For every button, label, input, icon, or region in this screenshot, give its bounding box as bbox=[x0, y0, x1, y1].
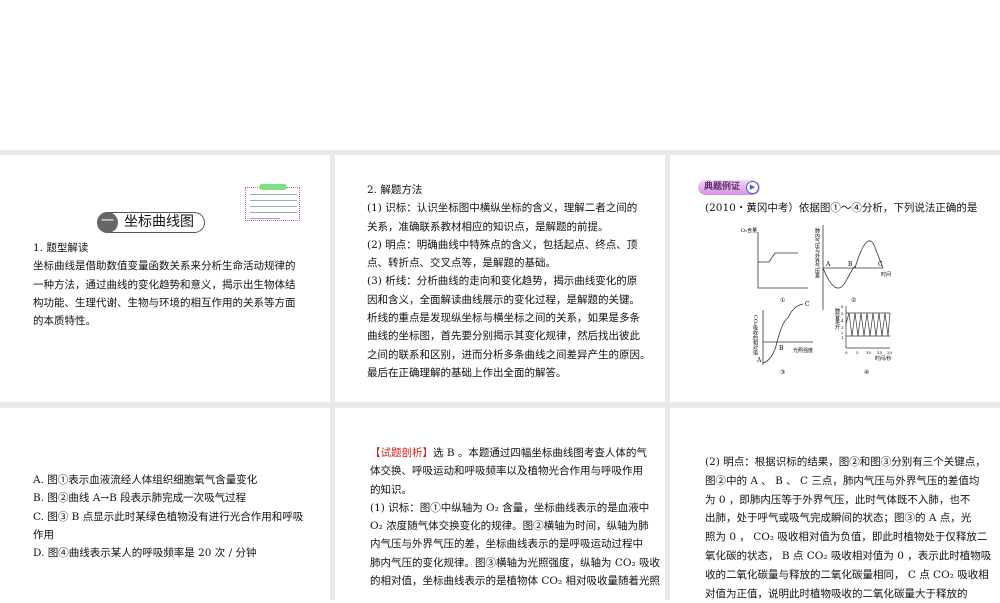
fig4-xlabel: 时间/秒 bbox=[875, 355, 892, 362]
option-d: D. 图④曲线表示某人的呼吸频率是 20 次 / 分钟 bbox=[33, 547, 257, 560]
text-line: 关系，准确联系教材相应的知识点，是解题的前提。 bbox=[367, 220, 609, 233]
analysis-tag: 【试题剖析】 bbox=[370, 447, 433, 459]
text-line: 照为 0 ， CO₂ 吸收相对值为负值，即此时植物处于仅释放二 bbox=[705, 531, 988, 544]
text-line: 图②中的 A 、 B 、 C 三点，肺内气压与外界气压的差值均 bbox=[705, 474, 980, 487]
text-line: 点、转折点、交叉点等，是解题的基础。 bbox=[367, 257, 556, 270]
play-icon: ▶ bbox=[746, 181, 759, 194]
text-line: 对值为正值，说明此时植物吸收的二氧化碳量大于释放的 bbox=[705, 587, 968, 600]
text-line: 因和含义，全面解读曲线展示的变化过程，是解题的关键。 bbox=[367, 293, 640, 306]
fig1-ylabel: O₂含量 bbox=[741, 227, 757, 234]
section-title: 坐标曲线图 bbox=[124, 214, 194, 230]
text-line: 为 0 ，即肺内压等于外界气压，此时气体既不入肺，也不 bbox=[705, 493, 971, 506]
text-line: 出肺，处于呼气或吸气完成瞬间的状态；图③的 A 点，光 bbox=[705, 512, 972, 525]
text-line: 选 B 。本题通过四幅坐标曲线图考查人体的气 bbox=[433, 447, 647, 459]
slide1-text: 1. 题型解读 坐标曲线是借助数值变量函数关系来分析生命活动规律的 一种方法，通… bbox=[33, 239, 296, 330]
text-line: 曲线的坐标图，首先要分别揭示其变化规律，然后找出彼此 bbox=[367, 330, 640, 343]
text-line: 收的二氧化碳量与释放的二氧化碳量相同， C 点 CO₂ 吸收相 bbox=[705, 568, 989, 581]
fig4-ytick: 1 bbox=[841, 335, 844, 340]
fig2-point-b: B bbox=[848, 261, 853, 268]
slide6-text: (2) 明点：根据识标的结果，图②和图③分别有三个关键点， 图②中的 A 、 B… bbox=[705, 453, 991, 603]
fig3-ylabel: CO₂吸收的相对值 bbox=[752, 315, 758, 356]
example-badge-label: 典题例证 bbox=[704, 182, 741, 192]
text-line: 2. 解题方法 bbox=[367, 184, 423, 196]
text-line: 肺内气压的变化规律。图③横轴为光照强度，纵轴为 CO₂ 吸收 bbox=[370, 556, 661, 569]
figures-graphic: O₂含量 ① 肺内气压与外界气压差 A B C 时间 ② CO₂吸收的相对值 A… bbox=[733, 220, 918, 378]
fig4-caption: ④ bbox=[864, 369, 869, 376]
text-line: (2) 明点：明确曲线中特殊点的含义，包括起点、终点、顶 bbox=[367, 238, 638, 251]
text-line: 最后在正确理解的基础上作出全面的解答。 bbox=[367, 366, 567, 379]
option-b: B. 图②曲线 A→B 段表示肺完成一次吸气过程 bbox=[33, 492, 247, 505]
text-line: (1) 识标：图①中纵轴为 O₂ 含量，坐标曲线表示的是血液中 bbox=[370, 501, 650, 514]
fig2-point-a: A bbox=[825, 261, 831, 268]
answer-options: A. 图①表示血液流经人体组织细胞氧气含量变化 B. 图②曲线 A→B 段表示肺… bbox=[33, 471, 303, 562]
text-line: 构功能、生理代谢、生物与环境的相互作用的关系等方面 bbox=[33, 296, 296, 309]
tip-note-image bbox=[245, 184, 300, 221]
fig4-xtick: 15 bbox=[877, 350, 883, 355]
section-badge: 一坐标曲线图 bbox=[97, 212, 205, 233]
fig2-caption: ② bbox=[851, 297, 856, 304]
slide2-text: 2. 解题方法 (1) 识标：认识坐标图中横纵坐标的含义，理解二者之间的 关系，… bbox=[367, 181, 651, 382]
text-line: 的知识。 bbox=[370, 483, 412, 496]
section-number: 一 bbox=[97, 212, 118, 233]
text-line: O₂ 浓度随气体交换变化的规律。图②横轴为时间，纵轴为肺 bbox=[370, 520, 649, 533]
text-line: 之间的联系和区别，进而分析多条曲线之间差异产生的原因。 bbox=[367, 348, 651, 361]
fig1-caption: ① bbox=[780, 297, 785, 304]
text-line: 体交换、呼吸运动和呼吸频率以及植物光合作用与呼吸作用 bbox=[370, 465, 643, 478]
fig4-ylabel: 肺容量/升 bbox=[834, 308, 840, 331]
example-badge: 典题例证 ▶ bbox=[698, 180, 760, 195]
fig3-point-b: B bbox=[779, 345, 784, 352]
text-line: 1. 题型解读 bbox=[33, 242, 89, 254]
fig4-xtick: 20 bbox=[887, 350, 893, 355]
option-c: C. 图③ B 点显示此时某绿色植物没有进行光合作用和呼吸 bbox=[33, 510, 304, 523]
fig3-caption: ③ bbox=[780, 369, 785, 376]
fig2-xlabel: 时间 bbox=[881, 271, 891, 278]
text-line: 坐标曲线是借助数值变量函数关系来分析生命活动规律的 bbox=[33, 260, 296, 273]
fig3-point-c: C bbox=[805, 301, 810, 308]
option-a: A. 图①表示血液流经人体组织细胞氧气含量变化 bbox=[33, 474, 258, 486]
fig3-xlabel: 光照强度 bbox=[793, 347, 813, 354]
text-line: 的本质特性。 bbox=[33, 315, 96, 328]
text-line: 的相对值，坐标曲线表示的是植物体 CO₂ 相对吸收量随着光照 bbox=[370, 575, 661, 588]
text-line: 氧化碳的状态， B 点 CO₂ 吸收相对值为 0 ，表示此时植物吸 bbox=[705, 549, 992, 562]
text-line: (3) 析线：分析曲线的走向和变化趋势，揭示曲线变化的原 bbox=[367, 275, 638, 288]
analysis-text: 【试题剖析】选 B 。本题通过四幅坐标曲线图考查人体的气 体交换、呼吸运动和呼吸… bbox=[370, 444, 660, 590]
question-text: (2010・黄冈中考）依据图①～④分析，下列说法正确的是 bbox=[705, 202, 978, 214]
text-line: (2) 明点：根据识标的结果，图②和图③分别有三个关键点， bbox=[705, 456, 986, 468]
fig2-point-c: C bbox=[878, 261, 883, 268]
fig3-point-a: A bbox=[756, 357, 762, 364]
option-c-cont: 作用 bbox=[33, 528, 54, 541]
text-line: 一种方法，通过曲线的变化趋势和意义，揭示出生物体结 bbox=[33, 278, 296, 291]
text-line: (1) 识标：认识坐标图中横纵坐标的含义，理解二者之间的 bbox=[367, 202, 638, 215]
fig4-xtick: 10 bbox=[866, 350, 872, 355]
text-line: 析线的重点是发现纵坐标与横坐标之间的关系，如果是多条 bbox=[367, 312, 640, 325]
text-line: 内气压与外界气压的差，坐标曲线表示的是呼吸运动过程中 bbox=[370, 538, 643, 551]
fig2-ylabel: 肺内气压与外界气压差 bbox=[814, 228, 820, 278]
